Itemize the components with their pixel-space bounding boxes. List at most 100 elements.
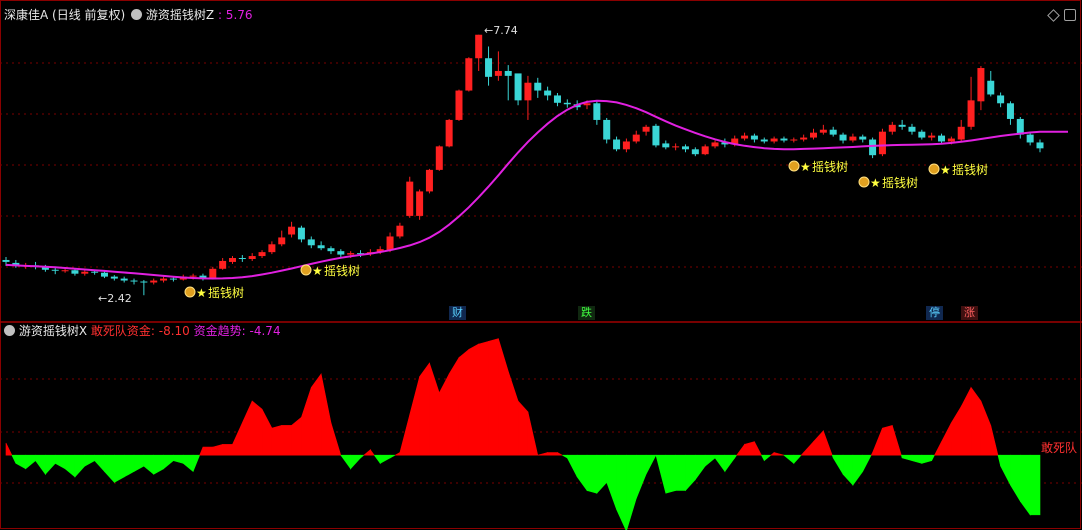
fund-area [192, 454, 201, 472]
stock-name: 深康佳A [4, 8, 49, 22]
fund-area [980, 400, 992, 456]
candle-body [780, 138, 788, 141]
candle-body [790, 139, 798, 141]
candle-body [475, 34, 483, 59]
fund-area [498, 338, 509, 456]
fund-area [54, 454, 66, 470]
dropdown-icon[interactable] [131, 9, 143, 20]
fund-area [389, 454, 396, 459]
signal-label: 摇钱树 [812, 159, 848, 174]
fund-area [800, 451, 804, 456]
fund-area [557, 452, 563, 456]
chart-frame [0, 0, 1081, 529]
series2-label: 资金趋势: [193, 324, 246, 338]
candle-body [553, 95, 561, 103]
fund-area [901, 454, 913, 462]
fund-area [419, 362, 430, 456]
candle-body [613, 139, 621, 150]
fund-area [813, 430, 824, 456]
fund-area [123, 454, 135, 478]
fund-area [1000, 454, 1011, 486]
fund-area [64, 454, 76, 478]
fund-area [458, 348, 470, 456]
candle-body [51, 269, 59, 271]
fund-area [15, 454, 26, 470]
candle-body [258, 252, 266, 257]
candle-body [228, 258, 236, 262]
series2-value: -4.74 [249, 324, 281, 338]
candle-body [209, 268, 217, 279]
candle-body [849, 136, 857, 141]
candle-body [987, 80, 995, 95]
candle-body [1006, 103, 1014, 119]
marker-cai: 财 [449, 306, 466, 320]
signal-label: 摇钱树 [324, 263, 360, 278]
candle-body [396, 225, 404, 237]
fund-area [970, 386, 982, 456]
chart-canvas: ←7.74←2.42 ★ 摇钱树★ 摇钱树★ 摇钱树★ 摇钱树★ 摇钱树 [0, 0, 1082, 530]
fund-area [409, 376, 420, 456]
candle-body [770, 138, 778, 142]
fund-area [760, 454, 765, 461]
fund-area [783, 454, 795, 464]
fund-area [862, 454, 872, 472]
fund-area [45, 454, 56, 475]
fund-area [960, 387, 972, 456]
fund-area [695, 454, 706, 481]
candle-body [100, 272, 108, 277]
candle-body [317, 245, 325, 249]
fund-area [11, 454, 17, 464]
candle-body [524, 82, 532, 101]
low-label: ←2.42 [98, 292, 132, 305]
candle-body [268, 244, 276, 253]
fund-area [547, 452, 558, 456]
candle-body [750, 135, 758, 140]
period-label[interactable]: (日线 前复权) [52, 8, 125, 22]
fund-area [921, 454, 932, 464]
fund-area [931, 454, 935, 461]
star-icon: ★ [940, 163, 951, 177]
indicator-name[interactable]: 游资摇钱树Z [146, 8, 214, 22]
candle-body [632, 134, 640, 142]
fund-area [242, 400, 253, 456]
candle-body [711, 142, 719, 147]
fund-area [951, 405, 962, 456]
fund-area [507, 371, 519, 456]
fund-area [1010, 454, 1021, 503]
fund-area [232, 422, 243, 456]
bottom-pane-header: 游资摇钱树X 敢死队资金: -8.10 资金趋势: -4.74 [4, 324, 281, 338]
fund-area [754, 441, 762, 456]
dropdown-icon[interactable] [4, 325, 15, 336]
fund-area [261, 408, 273, 456]
fund-area [478, 340, 489, 456]
candle-body [859, 136, 867, 140]
money-bag-icon [928, 163, 940, 175]
fund-area [997, 454, 1001, 467]
candle-body [800, 137, 808, 140]
candle-body [534, 82, 542, 91]
fund-area [133, 454, 145, 472]
candle-body [2, 259, 10, 262]
candle-body [160, 278, 168, 281]
candle-body [189, 275, 197, 277]
star-icon: ★ [312, 264, 323, 278]
candle-body [593, 103, 601, 120]
fund-area [379, 454, 391, 464]
fund-area [84, 454, 95, 467]
candle-body [544, 90, 552, 96]
fund-area [310, 372, 322, 456]
top-pane-header: 深康佳A (日线 前复权) 游资摇钱树Z : 5.76 [4, 8, 253, 22]
fund-area [438, 373, 450, 456]
candle-body [681, 146, 689, 150]
candle-body [435, 146, 443, 170]
candle-body [947, 138, 955, 142]
series1-label: 敢死队资金: [90, 324, 155, 338]
fund-area [933, 441, 942, 456]
fund-area [645, 454, 657, 475]
fund-area [736, 443, 745, 456]
sub-indicator-name[interactable]: 游资摇钱树X [19, 324, 87, 338]
fund-area [586, 454, 598, 494]
fund-area [340, 454, 351, 470]
close-icon[interactable] [1064, 9, 1076, 21]
candle-body [514, 73, 522, 101]
